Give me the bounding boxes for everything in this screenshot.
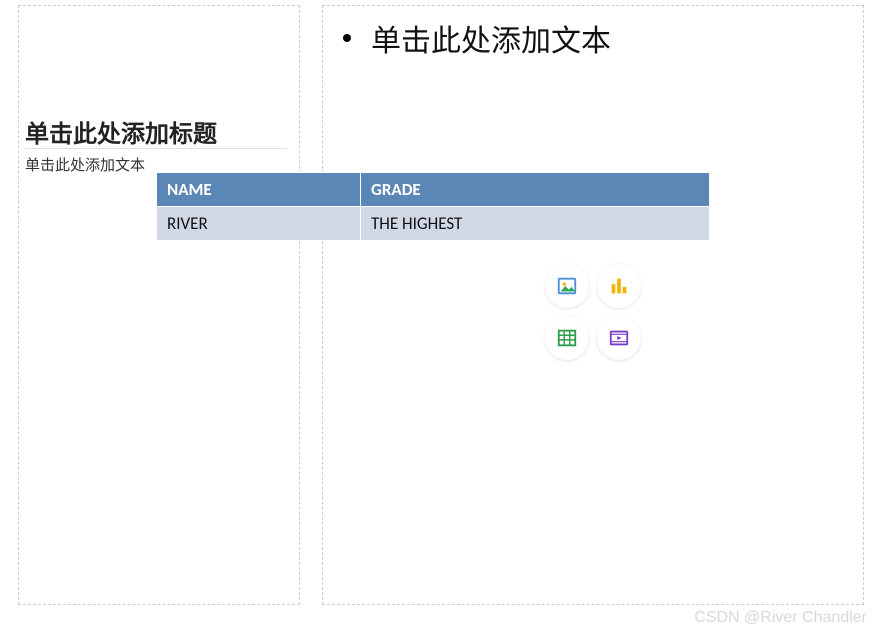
table-header-row: NAME GRADE xyxy=(157,173,710,207)
table-icon xyxy=(556,327,578,349)
insert-picture-button[interactable] xyxy=(545,264,589,308)
title-placeholder[interactable]: 单击此处添加标题 xyxy=(25,114,217,149)
left-panel[interactable]: 单击此处添加标题 单击此处添加文本 xyxy=(18,5,300,605)
table-row[interactable]: RIVER THE HIGHEST xyxy=(157,207,710,241)
watermark: CSDN @River Chandler xyxy=(694,609,867,627)
table-cell[interactable]: THE HIGHEST xyxy=(360,207,709,241)
data-table[interactable]: NAME GRADE RIVER THE HIGHEST xyxy=(156,172,710,241)
chart-icon xyxy=(608,275,630,297)
bullet-item[interactable]: 单击此处添加文本 xyxy=(343,16,611,60)
text-placeholder[interactable]: 单击此处添加文本 xyxy=(25,154,145,175)
table-header-cell[interactable]: NAME xyxy=(157,173,361,207)
insert-content-grid xyxy=(545,264,643,362)
insert-table-button[interactable] xyxy=(545,316,589,360)
insert-chart-button[interactable] xyxy=(597,264,641,308)
video-icon xyxy=(608,327,630,349)
insert-video-button[interactable] xyxy=(597,316,641,360)
table-cell[interactable]: RIVER xyxy=(157,207,361,241)
divider xyxy=(25,148,287,149)
bullet-text-placeholder[interactable]: 单击此处添加文本 xyxy=(371,16,611,60)
picture-icon xyxy=(556,275,578,297)
bullet-icon xyxy=(343,34,351,42)
table-header-cell[interactable]: GRADE xyxy=(360,173,709,207)
